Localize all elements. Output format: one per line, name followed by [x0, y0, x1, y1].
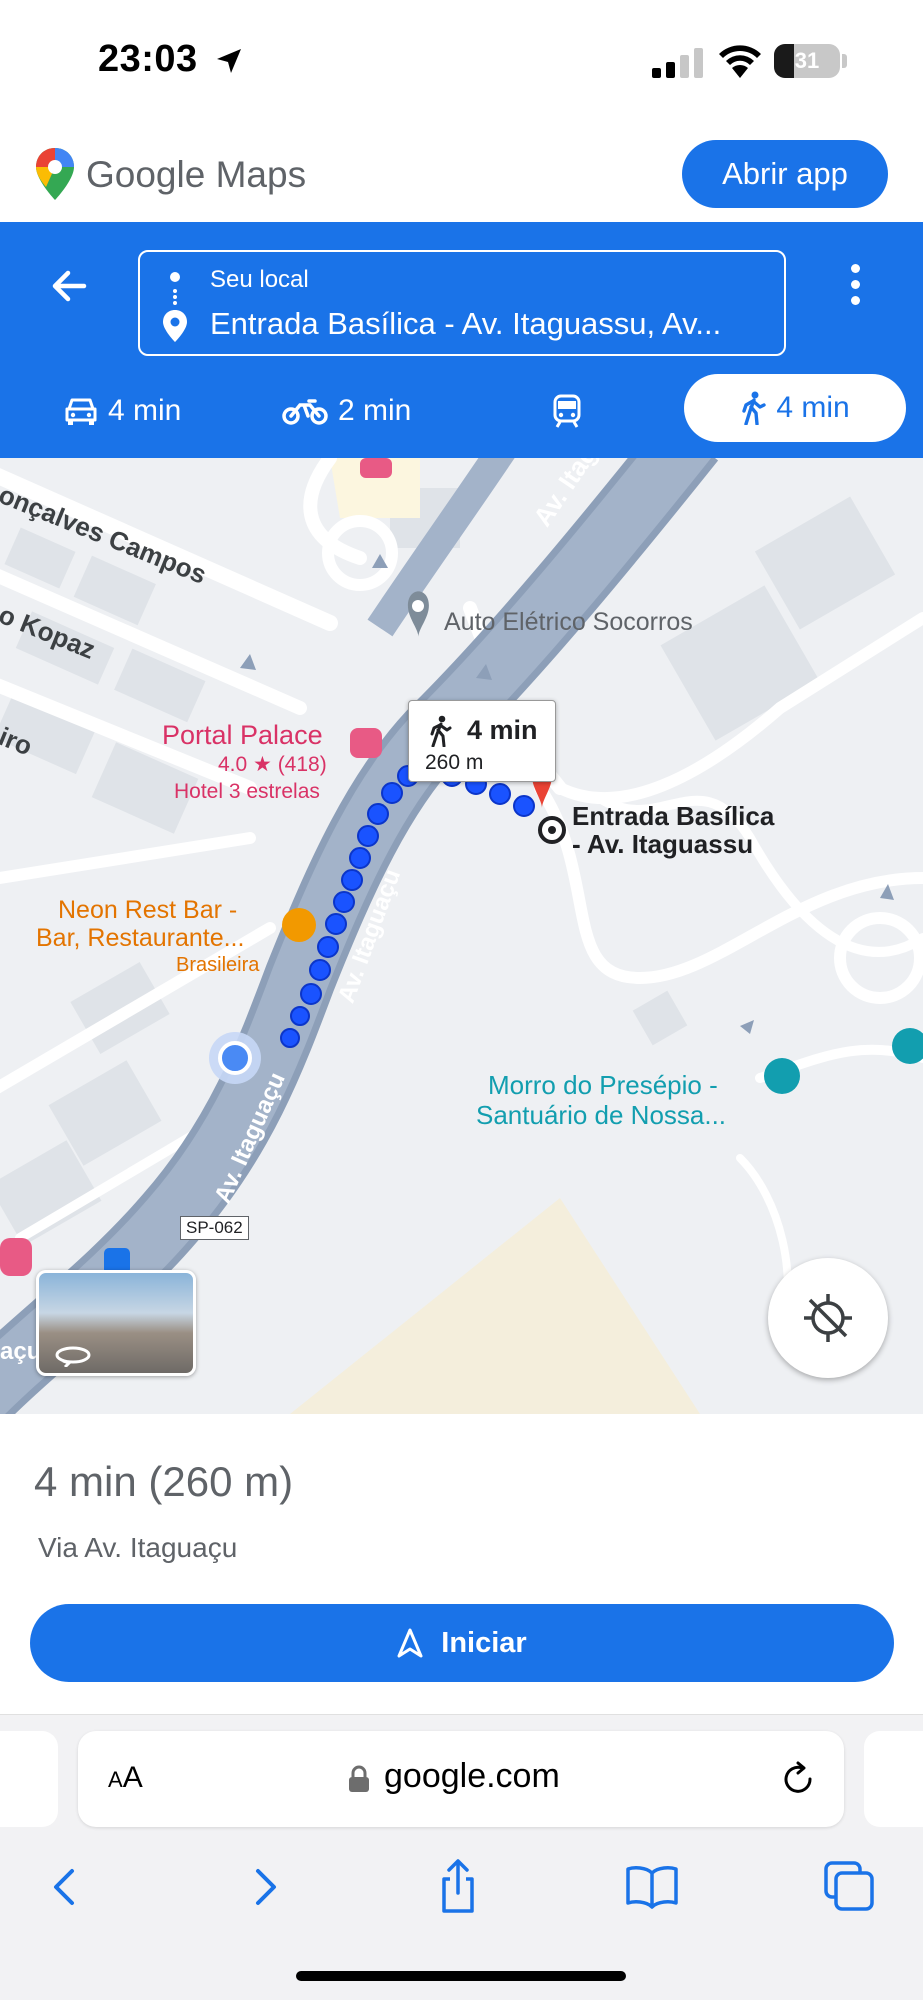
destination-label[interactable]: Entrada Basílica: [572, 802, 774, 830]
origin-dot-icon: [170, 272, 180, 282]
open-app-button[interactable]: Abrir app: [682, 140, 888, 208]
bookmarks-icon[interactable]: [622, 1857, 682, 1917]
battery-cap: [842, 54, 847, 68]
address-bar[interactable]: AA google.com: [78, 1731, 844, 1827]
walking-time: 4 min: [776, 391, 850, 424]
callout-time: 4 min: [467, 715, 538, 745]
back-arrow-icon[interactable]: [44, 260, 96, 312]
clock: 23:03: [98, 38, 198, 80]
mode-driving[interactable]: 4 min: [64, 380, 181, 442]
previous-tab[interactable]: [0, 1731, 58, 1827]
recenter-button[interactable]: [768, 1258, 888, 1378]
wifi-icon: [719, 45, 761, 78]
motorcycle-icon: [282, 399, 328, 425]
start-navigation-button[interactable]: Iniciar: [30, 1604, 894, 1682]
highway-shield: SP-062: [180, 1216, 249, 1240]
route-input-box[interactable]: Seu local Entrada Basílica - Av. Itaguas…: [138, 250, 786, 356]
url-text: google.com: [384, 1757, 560, 1795]
poi-portal-type: Hotel 3 estrelas: [174, 780, 320, 803]
route-summary: 4 min (260 m): [34, 1458, 294, 1505]
next-tab[interactable]: [864, 1731, 923, 1827]
driving-time: 4 min: [108, 394, 182, 427]
maps-header: Google Maps Abrir app: [0, 120, 923, 222]
share-icon[interactable]: [428, 1857, 488, 1917]
browser-toolbar: AA google.com: [0, 1714, 923, 2000]
poi-neon-rest-bar-line2: Bar, Restaurante...: [36, 924, 245, 952]
walking-icon: [430, 715, 452, 747]
poi-neon-rest-bar[interactable]: Neon Rest Bar -: [58, 896, 237, 925]
motorcycle-time: 2 min: [338, 394, 412, 427]
more-options-icon[interactable]: [840, 260, 870, 316]
mode-walking[interactable]: 4 min: [684, 374, 906, 442]
start-label: Iniciar: [441, 1626, 527, 1659]
route-summary-sheet: 4 min (260 m) Via Av. Itaguaçu Iniciar: [0, 1414, 923, 1714]
callout-distance: 260 m: [425, 751, 484, 774]
battery-percent: 31: [794, 48, 820, 73]
tabs-icon[interactable]: [820, 1857, 880, 1917]
rotate-360-icon: [55, 1346, 91, 1367]
street-view-thumbnail[interactable]: [36, 1270, 196, 1376]
poi-morro-presepio[interactable]: Morro do Presépio -: [488, 1070, 718, 1101]
route-connector: [173, 289, 177, 305]
mode-transit[interactable]: [552, 380, 592, 442]
destination-label-line2: - Av. Itaguassu: [572, 829, 754, 859]
google-maps-logo-icon: [36, 148, 74, 200]
car-icon: [65, 398, 97, 425]
map-view[interactable]: onçalves Campos o Kopaz iro Av. Itagu Au…: [0, 458, 923, 1414]
poi-portal-rating: 4.0 ★ (418): [218, 753, 327, 776]
battery-icon: 31: [774, 44, 840, 78]
train-icon: [553, 394, 581, 428]
cellular-signal-icon: [652, 48, 703, 78]
mode-motorcycle[interactable]: 2 min: [282, 380, 411, 442]
status-bar: 23:03 31: [0, 0, 923, 120]
walking-icon: [742, 391, 767, 425]
destination-pin-icon: [163, 310, 187, 342]
reload-icon[interactable]: [778, 1759, 818, 1799]
my-location-off-icon: [804, 1294, 852, 1342]
lock-icon: [349, 1765, 369, 1792]
poi-neon-type: Brasileira: [176, 954, 260, 976]
poi-auto-eletrico[interactable]: Auto Elétrico Socorros: [444, 608, 693, 637]
home-indicator: [296, 1971, 626, 1981]
navigation-arrow-icon: [397, 1628, 423, 1658]
google-maps-wordmark: Google Maps: [86, 154, 307, 195]
poi-morro-presepio-line2: Santuário de Nossa...: [476, 1100, 727, 1130]
back-icon[interactable]: [36, 1857, 96, 1917]
route-callout[interactable]: 4 min 260 m: [408, 700, 556, 782]
reader-options-button[interactable]: AA: [108, 1761, 143, 1795]
route-via: Via Av. Itaguaçu: [38, 1532, 238, 1563]
destination-field[interactable]: Entrada Basílica - Av. Itaguassu, Av...: [210, 306, 770, 342]
origin-field[interactable]: Seu local: [210, 266, 309, 294]
directions-panel: Seu local Entrada Basílica - Av. Itaguas…: [0, 222, 923, 458]
poi-portal-palace[interactable]: Portal Palace: [162, 720, 323, 751]
forward-icon[interactable]: [234, 1857, 294, 1917]
location-arrow-icon: [217, 49, 241, 73]
